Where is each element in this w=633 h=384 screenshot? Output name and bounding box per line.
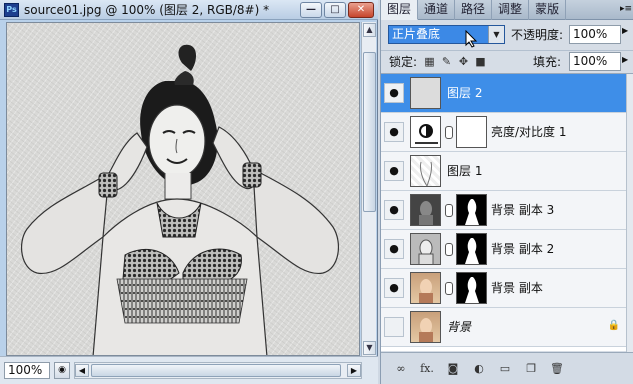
opacity-label: 不透明度: [511,28,564,42]
eye-icon[interactable]: ● [384,317,404,337]
layer-name: 亮度/对比度 1 [491,125,567,139]
document-title: source01.jpg @ 100% (图层 2, RGB/8#) * [24,3,270,17]
layer-name: 图层 2 [447,86,483,100]
chevron-down-icon[interactable]: ▼ [488,26,504,43]
layer-mask-thumbnail [456,194,487,226]
vertical-scroll-thumb[interactable] [363,52,376,212]
layer-row[interactable]: ● 背景 副本 2 [381,230,626,269]
scroll-up-icon[interactable]: ▲ [363,23,376,37]
opacity-slider-icon[interactable]: ▶ [622,26,628,35]
eye-icon[interactable]: ● [384,239,404,259]
layers-panel: 图层 通道 路径 调整 蒙版 ▸≡ 正片叠底 ▼ 不透明度: 100% ▶ 锁定… [380,0,633,384]
minimize-button[interactable]: — [300,2,322,18]
layers-scrollbar[interactable] [626,74,633,352]
status-info-icon[interactable]: ◉ [54,362,70,379]
layer-thumbnail [410,311,441,343]
lock-transparency-icon[interactable]: ▦ [423,55,436,68]
adjustment-layer-icon[interactable]: ◐ [469,360,489,378]
layer-row[interactable]: ● 图层 2 [381,74,626,113]
brightness-contrast-icon [410,116,441,148]
layer-mask-thumbnail [456,272,487,304]
eye-icon[interactable]: ● [384,83,404,103]
layer-row[interactable]: ● 背景 副本 3 [381,191,626,230]
eye-icon[interactable]: ● [384,161,404,181]
layer-name: 背景 [447,320,472,334]
image-canvas[interactable] [6,22,360,356]
blend-row: 正片叠底 ▼ 不透明度: 100% ▶ [381,22,633,48]
close-button[interactable]: ✕ [348,2,374,18]
layer-thumbnail [410,272,441,304]
photoshop-icon: Ps [4,3,19,17]
horizontal-scroll-thumb[interactable] [91,364,341,377]
lock-row: 锁定: ▦ ✎ ✥ ■ 填充: 100% ▶ [381,50,633,72]
blend-mode-select[interactable]: 正片叠底 ▼ [388,25,505,44]
tab-masks[interactable]: 蒙版 [529,0,567,20]
mouse-cursor-icon [465,30,478,48]
link-icon [445,282,453,295]
fill-input[interactable]: 100% [569,52,621,71]
maximize-button[interactable]: □ [324,2,346,18]
lock-move-icon[interactable]: ✥ [457,55,470,68]
trash-icon[interactable]: 🗑 [547,360,567,378]
folder-icon[interactable]: ▭ [495,360,515,378]
link-icon [445,243,453,256]
layer-mask-thumbnail [456,116,487,148]
panel-menu-icon[interactable]: ▸≡ [618,0,633,19]
layer-thumbnail [410,194,441,226]
horizontal-scrollbar[interactable]: ◀ ▶ [74,362,362,379]
blend-mode-value: 正片叠底 [392,27,441,41]
eye-icon[interactable]: ● [384,200,404,220]
panel-tabs: 图层 通道 路径 调整 蒙版 ▸≡ [381,0,633,20]
lock-label: 锁定: [389,55,418,69]
new-layer-icon[interactable]: ❐ [521,360,541,378]
link-layers-icon[interactable]: ∞ [391,360,411,378]
layer-name: 背景 副本 3 [491,203,555,217]
vertical-scrollbar[interactable]: ▲ ▼ [361,22,376,356]
layer-mask-thumbnail [456,233,487,265]
scroll-down-icon[interactable]: ▼ [363,341,376,355]
layers-list: ● 图层 2 ● 亮度/对比度 1 ● 图层 1 ● 背景 副本 3 ● 背景 … [381,73,633,352]
fx-icon[interactable]: fx. [417,360,437,378]
status-bar: 100% ◉ ◀ ▶ [0,356,378,384]
opacity-input[interactable]: 100% [569,25,621,44]
tab-layers[interactable]: 图层 [381,0,419,20]
fill-label: 填充: [533,55,562,69]
layer-name: 图层 1 [447,164,483,178]
layer-thumbnail [410,155,441,187]
link-icon [445,126,453,139]
scroll-left-icon[interactable]: ◀ [75,364,89,377]
layer-thumbnail [410,77,441,109]
tab-channels[interactable]: 通道 [418,0,456,20]
layer-name: 背景 副本 [491,281,543,295]
sketch-portrait-image [20,44,340,355]
link-icon [445,204,453,217]
layer-name: 背景 副本 2 [491,242,555,256]
tab-adjustments[interactable]: 调整 [492,0,530,20]
layer-row[interactable]: ● 背景 🔒 [381,308,626,347]
layer-thumbnail [410,233,441,265]
add-mask-icon[interactable]: ◙ [443,360,463,378]
layer-row[interactable]: ● 亮度/对比度 1 [381,113,626,152]
fill-slider-icon[interactable]: ▶ [622,55,628,64]
eye-icon[interactable]: ● [384,278,404,298]
eye-icon[interactable]: ● [384,122,404,142]
lock-icon: 🔒 [607,320,620,331]
lock-paint-icon[interactable]: ✎ [440,55,453,68]
scroll-right-icon[interactable]: ▶ [347,364,361,377]
layer-row[interactable]: ● 图层 1 [381,152,626,191]
lock-all-icon[interactable]: ■ [474,55,487,68]
document-title-bar[interactable]: Ps source01.jpg @ 100% (图层 2, RGB/8#) * … [0,0,378,20]
tab-paths[interactable]: 路径 [455,0,493,20]
document-window: Ps source01.jpg @ 100% (图层 2, RGB/8#) * … [0,0,378,384]
layers-bottom-toolbar: ∞ fx. ◙ ◐ ▭ ❐ 🗑 [381,352,633,384]
zoom-level-input[interactable]: 100% [4,362,50,379]
layer-row[interactable]: ● 背景 副本 [381,269,626,308]
